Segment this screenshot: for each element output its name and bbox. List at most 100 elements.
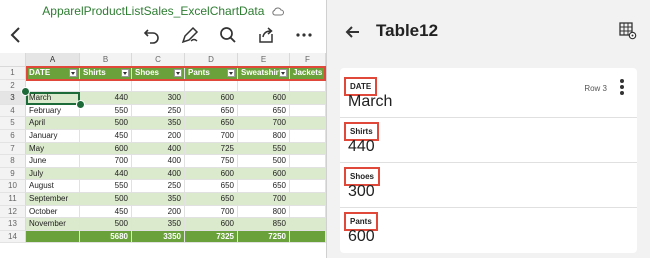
table-cell[interactable]: April bbox=[26, 117, 80, 130]
table-cell[interactable]: 250 bbox=[132, 180, 185, 193]
field-pants[interactable]: Pants 600 bbox=[340, 208, 637, 253]
table-cell[interactable]: 550 bbox=[80, 180, 132, 193]
table-cell[interactable] bbox=[290, 167, 326, 181]
filter-dropdown-icon[interactable] bbox=[174, 69, 182, 77]
table-settings-icon[interactable] bbox=[619, 22, 637, 40]
table-cell[interactable]: 600 bbox=[185, 167, 238, 181]
filter-dropdown-icon[interactable] bbox=[279, 69, 287, 77]
row-header[interactable]: 14 bbox=[0, 230, 26, 244]
table-cell[interactable]: 800 bbox=[238, 205, 290, 219]
table-cell[interactable]: 800 bbox=[238, 130, 290, 143]
select-all-corner[interactable] bbox=[0, 53, 26, 67]
table-cell[interactable]: January bbox=[26, 130, 80, 143]
filter-dropdown-icon[interactable] bbox=[227, 69, 235, 77]
column-header-e[interactable]: E bbox=[238, 53, 290, 67]
row-header[interactable]: 1 bbox=[0, 67, 26, 80]
table-cell[interactable]: 600 bbox=[80, 142, 132, 156]
back-arrow-icon[interactable] bbox=[343, 22, 363, 42]
table-cell[interactable]: July bbox=[26, 167, 80, 181]
field-shoes[interactable]: Shoes 300 bbox=[340, 163, 637, 208]
total-cell[interactable]: 3350 bbox=[132, 230, 185, 244]
table-cell[interactable]: 450 bbox=[80, 205, 132, 219]
table-cell[interactable] bbox=[238, 79, 290, 93]
table-cell[interactable]: 500 bbox=[80, 218, 132, 231]
table-cell[interactable]: 450 bbox=[80, 130, 132, 143]
back-icon[interactable] bbox=[6, 25, 26, 45]
table-cell[interactable]: 650 bbox=[238, 104, 290, 118]
field-shirts[interactable]: Shirts 440 bbox=[340, 118, 637, 163]
filter-dropdown-icon[interactable] bbox=[69, 69, 77, 77]
table-cell[interactable]: 350 bbox=[132, 193, 185, 206]
table-cell[interactable]: 700 bbox=[80, 155, 132, 168]
table-cell[interactable]: 500 bbox=[80, 193, 132, 206]
table-cell[interactable]: 440 bbox=[80, 92, 132, 105]
column-header-d[interactable]: D bbox=[185, 53, 238, 67]
total-cell[interactable] bbox=[26, 230, 80, 244]
table-cell[interactable]: 725 bbox=[185, 142, 238, 156]
table-cell[interactable]: 400 bbox=[132, 142, 185, 156]
table-cell[interactable]: June bbox=[26, 155, 80, 168]
table-cell[interactable]: May bbox=[26, 142, 80, 156]
table-cell[interactable] bbox=[132, 79, 185, 93]
table-cell[interactable]: 650 bbox=[185, 193, 238, 206]
row-header[interactable]: 8 bbox=[0, 155, 26, 168]
table-cell[interactable]: 500 bbox=[80, 117, 132, 130]
table-cell[interactable]: November bbox=[26, 218, 80, 231]
table-cell[interactable]: 400 bbox=[132, 167, 185, 181]
row-header[interactable]: 5 bbox=[0, 117, 26, 130]
share-icon[interactable] bbox=[256, 25, 276, 45]
total-cell[interactable]: 7250 bbox=[238, 230, 290, 244]
table-header-cell[interactable]: Shoes bbox=[132, 67, 185, 80]
table-cell[interactable]: 200 bbox=[132, 130, 185, 143]
table-cell[interactable]: 650 bbox=[185, 104, 238, 118]
table-cell[interactable] bbox=[290, 79, 326, 93]
table-cell[interactable]: 550 bbox=[80, 104, 132, 118]
row-header[interactable]: 12 bbox=[0, 205, 26, 219]
row-header[interactable]: 10 bbox=[0, 180, 26, 193]
selection-handle-bottom-right[interactable] bbox=[76, 99, 85, 109]
column-header-a[interactable]: A bbox=[26, 53, 80, 67]
table-header-cell[interactable]: Pants bbox=[185, 67, 238, 80]
total-cell[interactable]: 7325 bbox=[185, 230, 238, 244]
table-cell[interactable] bbox=[26, 79, 80, 93]
table-cell[interactable] bbox=[185, 79, 238, 93]
table-cell[interactable]: 600 bbox=[238, 92, 290, 105]
table-cell[interactable]: 350 bbox=[132, 218, 185, 231]
row-header[interactable]: 9 bbox=[0, 167, 26, 181]
table-cell[interactable]: 600 bbox=[185, 218, 238, 231]
table-cell[interactable]: 700 bbox=[185, 205, 238, 219]
column-header-f[interactable]: F bbox=[290, 53, 326, 67]
table-cell[interactable]: 550 bbox=[238, 142, 290, 156]
more-icon[interactable] bbox=[294, 25, 314, 45]
table-cell[interactable]: 440 bbox=[80, 167, 132, 181]
table-cell[interactable]: 600 bbox=[185, 92, 238, 105]
table-header-cell[interactable]: Shirts bbox=[80, 67, 132, 80]
table-cell[interactable]: 700 bbox=[185, 130, 238, 143]
row-header[interactable]: 13 bbox=[0, 218, 26, 231]
row-header[interactable]: 6 bbox=[0, 130, 26, 143]
table-cell[interactable]: 700 bbox=[238, 193, 290, 206]
field-date[interactable]: DATE March bbox=[340, 68, 637, 118]
table-cell[interactable]: 500 bbox=[238, 155, 290, 168]
table-cell[interactable]: 350 bbox=[132, 117, 185, 130]
table-cell[interactable] bbox=[290, 142, 326, 156]
table-cell[interactable] bbox=[290, 193, 326, 206]
filter-dropdown-icon[interactable] bbox=[121, 69, 129, 77]
total-cell[interactable] bbox=[290, 230, 326, 244]
table-header-cell[interactable]: Sweatshirts bbox=[238, 67, 290, 80]
undo-icon[interactable] bbox=[142, 25, 162, 45]
table-cell[interactable] bbox=[290, 218, 326, 231]
table-header-cell[interactable]: Jackets bbox=[290, 67, 326, 80]
table-cell[interactable]: February bbox=[26, 104, 80, 118]
table-cell[interactable]: 700 bbox=[238, 117, 290, 130]
table-cell[interactable]: 650 bbox=[238, 180, 290, 193]
table-cell[interactable]: 300 bbox=[132, 92, 185, 105]
table-cell[interactable] bbox=[290, 155, 326, 168]
table-cell[interactable]: March bbox=[26, 92, 80, 105]
table-cell[interactable] bbox=[290, 180, 326, 193]
table-cell[interactable]: 750 bbox=[185, 155, 238, 168]
table-header-cell[interactable]: DATE bbox=[26, 67, 80, 80]
draw-icon[interactable] bbox=[180, 25, 200, 45]
row-header[interactable]: 7 bbox=[0, 142, 26, 156]
table-cell[interactable] bbox=[290, 92, 326, 105]
